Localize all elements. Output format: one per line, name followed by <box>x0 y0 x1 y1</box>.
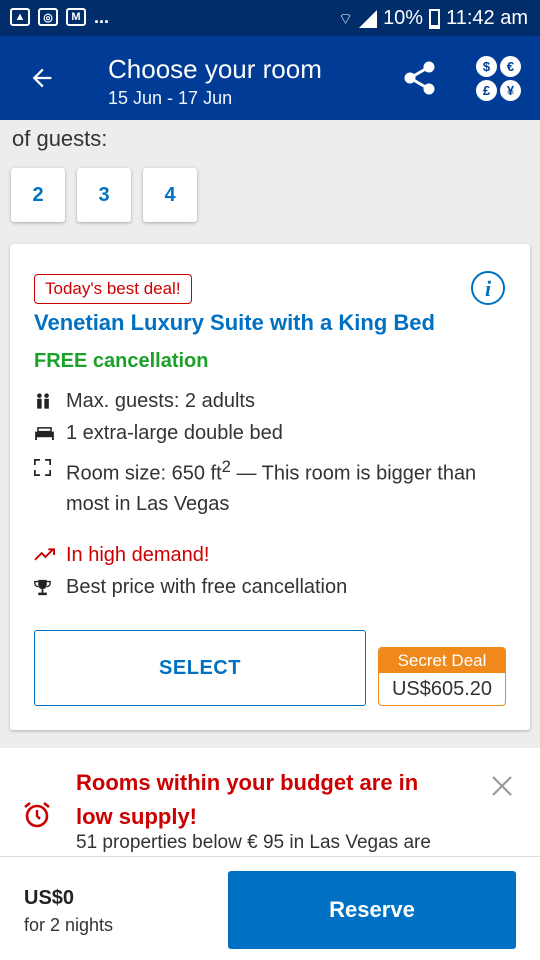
wifi-icon: ⌔ <box>338 10 354 28</box>
people-icon <box>34 386 66 416</box>
room-size-prefix: Room size: 650 ft <box>66 462 222 485</box>
guests-label: of guests: <box>12 126 108 151</box>
max-guests-text: Max. guests: 2 adults <box>66 390 255 412</box>
best-price-row: Best price with free cancellation <box>34 572 506 602</box>
select-room-button[interactable]: SELECT <box>34 630 366 706</box>
secret-deal-label: Secret Deal <box>379 648 505 673</box>
room-size-unit-sup: 2 <box>221 457 231 476</box>
alert-subtitle: 51 properties below € 95 in Las Vegas ar… <box>76 832 431 853</box>
more-notifications: ... <box>94 7 110 27</box>
expand-icon <box>34 452 66 482</box>
bed-icon <box>34 418 66 448</box>
bed-row: 1 extra-large double bed <box>34 418 506 448</box>
back-button[interactable] <box>22 56 62 100</box>
system-status: ⌔ 10% 11:42 am <box>338 7 528 30</box>
share-button[interactable] <box>400 58 440 98</box>
bottom-bar: US$0 for 2 nights Reserve <box>0 856 540 960</box>
max-guests-row: Max. guests: 2 adults <box>34 386 506 416</box>
alert-title: Rooms within your budget are in low supp… <box>76 770 419 829</box>
currency-button[interactable]: $ € £ ¥ <box>476 56 522 102</box>
best-price-text: Best price with free cancellation <box>66 576 348 598</box>
high-demand-row: In high demand! <box>34 540 506 570</box>
clock: 11:42 am <box>446 7 528 29</box>
stay-dates: 15 Jun - 17 Jun <box>108 88 233 108</box>
bed-text: 1 extra-large double bed <box>66 422 283 444</box>
info-icon[interactable]: i <box>470 270 506 306</box>
nights-label: for 2 nights <box>24 915 114 935</box>
guest-option-2[interactable]: 2 <box>11 168 65 222</box>
app-bar: Choose your room 15 Jun - 17 Jun $ € £ ¥ <box>0 36 540 120</box>
room-size-text: Room size: 650 ft2 — This room is bigger… <box>66 452 506 519</box>
page-title: Choose your room <box>108 54 322 84</box>
alarm-clock-icon <box>24 801 50 828</box>
room-card: Today's best deal! i Venetian Luxury Sui… <box>10 244 530 730</box>
close-icon[interactable] <box>488 772 516 800</box>
signal-icon <box>359 9 378 28</box>
gmail-notification-icon: M <box>66 8 86 26</box>
room-name-link[interactable]: Venetian Luxury Suite with a King Bed <box>34 310 435 336</box>
battery-percent: 10% <box>383 7 424 29</box>
room-size-row: Room size: 650 ft2 — This room is bigger… <box>34 452 506 519</box>
instagram-notification-icon: ◎ <box>38 8 58 26</box>
trophy-icon <box>34 572 66 602</box>
guest-option-4[interactable]: 4 <box>143 168 197 222</box>
arrow-left-icon <box>32 68 52 88</box>
dollar-icon: $ <box>476 56 497 77</box>
svg-text:i: i <box>485 276 492 301</box>
best-deal-badge: Today's best deal! <box>34 274 192 304</box>
battery-icon <box>429 8 441 29</box>
share-icon <box>404 61 435 95</box>
euro-icon: € <box>500 56 521 77</box>
reserve-button[interactable]: Reserve <box>228 871 516 949</box>
free-cancellation-label: FREE cancellation <box>34 350 209 372</box>
image-notification-icon: ▲ <box>10 8 30 26</box>
room-list[interactable]: of guests: 2 3 4 Today's best deal! i Ve… <box>0 120 540 856</box>
pound-icon: £ <box>476 80 497 101</box>
total-price: US$0 <box>24 887 75 909</box>
guest-option-3[interactable]: 3 <box>77 168 131 222</box>
price-box: Secret Deal US$605.20 <box>378 647 506 706</box>
low-supply-alert: Rooms within your budget are in low supp… <box>0 748 540 856</box>
room-price: US$605.20 <box>391 677 493 700</box>
notification-icons: ▲ ◎ M ... <box>10 8 109 26</box>
trending-up-icon <box>34 540 66 570</box>
title-block: Choose your room 15 Jun - 17 Jun <box>108 54 322 110</box>
yen-icon: ¥ <box>500 80 521 101</box>
status-bar: ▲ ◎ M ... ⌔ 10% 11:42 am <box>0 0 540 36</box>
high-demand-text: In high demand! <box>66 544 210 566</box>
